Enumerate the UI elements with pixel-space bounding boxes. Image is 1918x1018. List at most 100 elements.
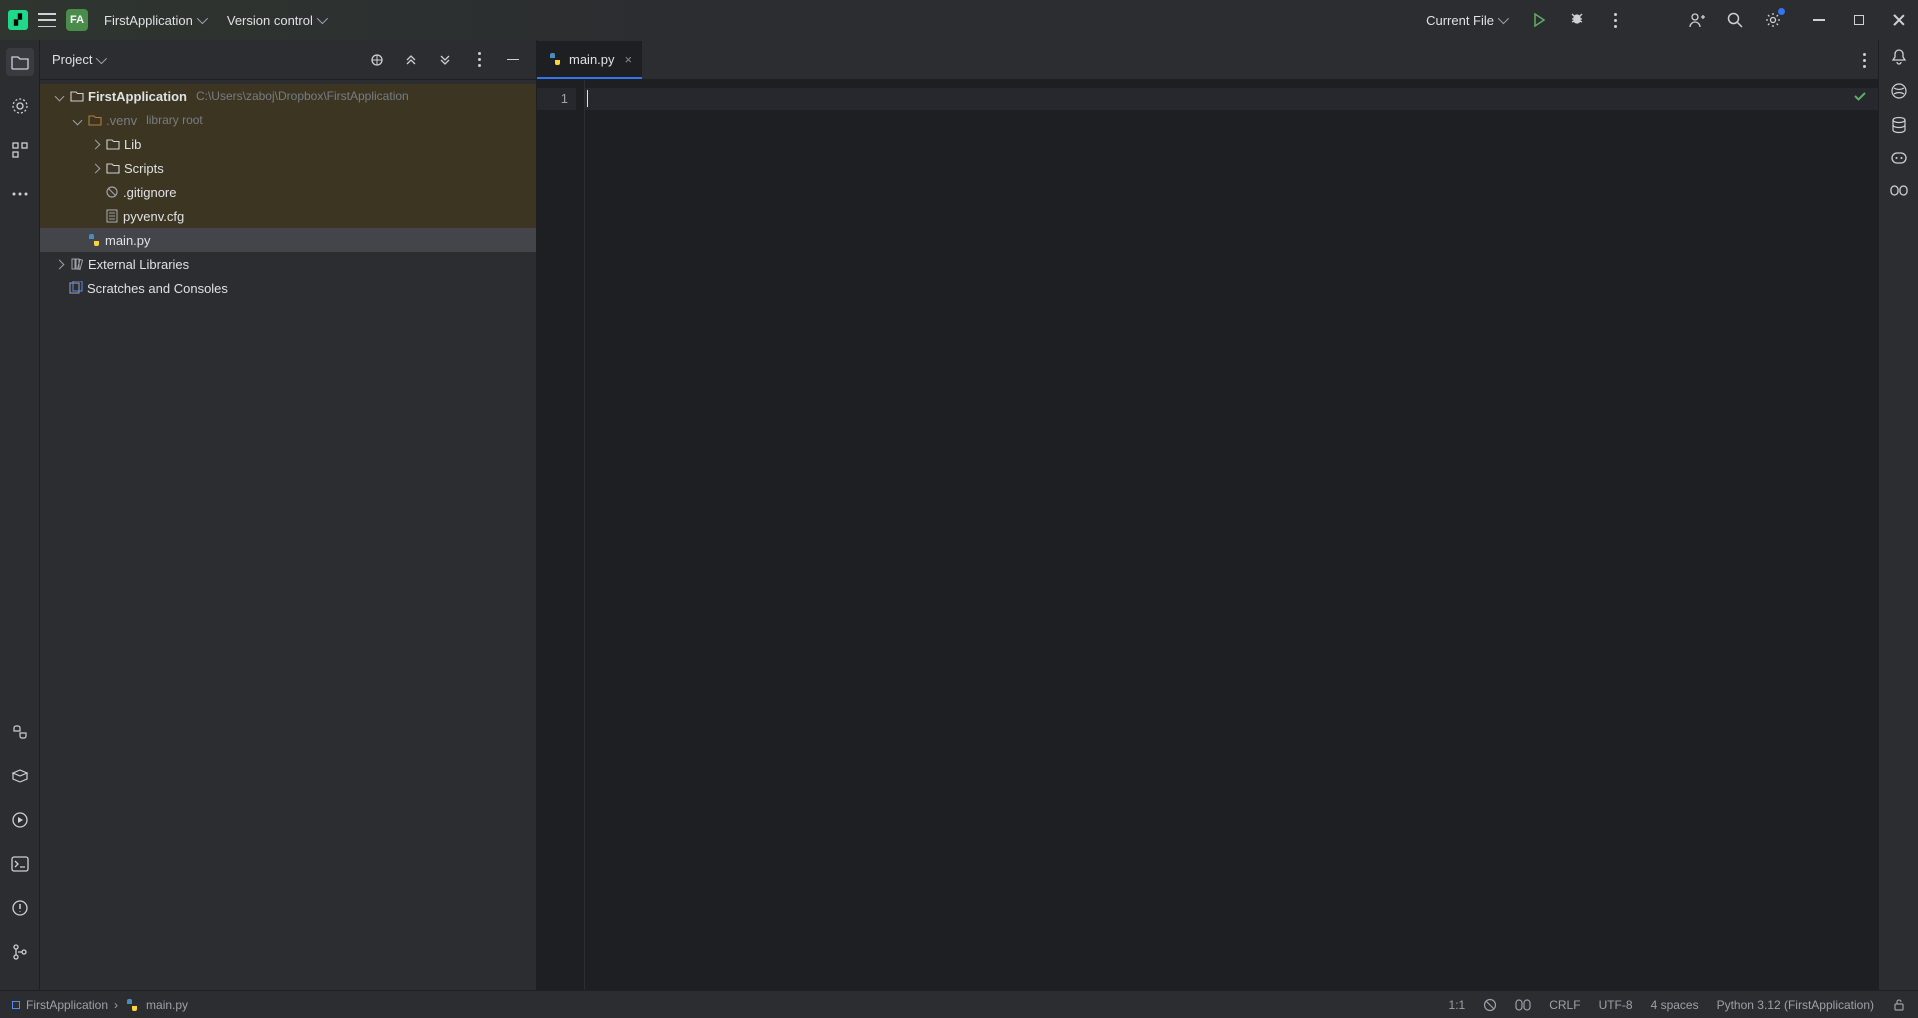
tree-label: Scripts bbox=[124, 161, 164, 176]
breadcrumb[interactable]: FirstApplication › main.py bbox=[12, 997, 188, 1013]
python-file-icon bbox=[86, 232, 102, 248]
search-everywhere-button[interactable] bbox=[1724, 9, 1746, 31]
tree-node-external-libraries[interactable]: External Libraries bbox=[40, 252, 536, 276]
terminal-tool-button[interactable] bbox=[6, 850, 34, 878]
project-panel: Project FirstAp bbox=[40, 40, 537, 990]
indent-setting[interactable]: 4 spaces bbox=[1651, 998, 1699, 1012]
module-icon bbox=[12, 1001, 20, 1009]
power-save-icon[interactable] bbox=[1483, 998, 1497, 1012]
chevron-down-icon bbox=[197, 13, 208, 24]
code-with-me-button[interactable] bbox=[1686, 9, 1708, 31]
library-icon bbox=[69, 256, 85, 272]
more-run-actions[interactable] bbox=[1604, 9, 1626, 31]
right-tool-strip bbox=[1878, 40, 1918, 990]
run-button[interactable] bbox=[1528, 9, 1550, 31]
services-tool-button[interactable] bbox=[6, 806, 34, 834]
tree-node-scratches[interactable]: Scratches and Consoles bbox=[40, 276, 536, 300]
settings-button[interactable] bbox=[1762, 9, 1784, 31]
project-badge: FA bbox=[66, 9, 88, 31]
status-bar: FirstApplication › main.py 1:1 CRLF UTF-… bbox=[0, 990, 1918, 1018]
expand-toggle-icon[interactable] bbox=[70, 113, 84, 127]
tree-label: pyvenv.cfg bbox=[123, 209, 184, 224]
copilot-button[interactable] bbox=[1890, 182, 1908, 198]
tree-node-project-root[interactable]: FirstApplication C:\Users\zaboj\Dropbox\… bbox=[40, 84, 536, 108]
project-tree: FirstApplication C:\Users\zaboj\Dropbox\… bbox=[40, 80, 536, 990]
vcs-menu[interactable]: Version control bbox=[221, 9, 331, 32]
database-tool-button[interactable] bbox=[1891, 116, 1907, 134]
hide-panel-button[interactable] bbox=[502, 49, 524, 71]
tree-label: Scratches and Consoles bbox=[87, 281, 228, 296]
structure-tool-button[interactable] bbox=[6, 136, 34, 164]
editor-tab-bar: main.py × bbox=[537, 40, 1878, 80]
line-separator[interactable]: CRLF bbox=[1549, 998, 1580, 1012]
scratches-icon bbox=[68, 280, 84, 296]
debug-button[interactable] bbox=[1566, 9, 1588, 31]
more-tools-button[interactable] bbox=[6, 180, 34, 208]
panel-options-button[interactable] bbox=[468, 49, 490, 71]
python-console-button[interactable] bbox=[6, 718, 34, 746]
editor-tab[interactable]: main.py × bbox=[537, 41, 642, 79]
project-view-selector[interactable]: Project bbox=[52, 52, 104, 67]
vcs-tool-button[interactable] bbox=[6, 938, 34, 966]
run-target-selector[interactable]: Current File bbox=[1420, 9, 1512, 32]
text-caret bbox=[587, 90, 588, 107]
maximize-window-button[interactable] bbox=[1848, 9, 1870, 31]
readonly-toggle-icon[interactable] bbox=[1892, 998, 1906, 1012]
python-packages-button[interactable] bbox=[6, 762, 34, 790]
tree-hint: library root bbox=[146, 113, 203, 127]
ignore-file-icon bbox=[104, 184, 120, 200]
current-line-highlight bbox=[585, 88, 1878, 110]
editor-tab-options[interactable] bbox=[1851, 41, 1878, 79]
inspection-ok-icon[interactable] bbox=[1852, 88, 1868, 104]
copilot-chat-button[interactable] bbox=[1890, 150, 1908, 166]
tree-node-scripts[interactable]: Scripts bbox=[40, 156, 536, 180]
close-tab-button[interactable]: × bbox=[625, 52, 633, 67]
editor-body[interactable]: 1 bbox=[537, 80, 1878, 990]
run-target-label: Current File bbox=[1426, 13, 1494, 28]
chevron-down-icon bbox=[317, 13, 328, 24]
close-window-button[interactable] bbox=[1888, 9, 1910, 31]
tree-node-pyvenvcfg[interactable]: pyvenv.cfg bbox=[40, 204, 536, 228]
tree-label: FirstApplication bbox=[88, 89, 187, 104]
expand-toggle-icon[interactable] bbox=[88, 161, 102, 175]
python-interpreter[interactable]: Python 3.12 (FirstApplication) bbox=[1717, 998, 1874, 1012]
notifications-button[interactable] bbox=[1891, 48, 1907, 66]
ai-assistant-button[interactable] bbox=[1890, 82, 1908, 100]
text-file-icon bbox=[104, 208, 120, 224]
tree-label: main.py bbox=[105, 233, 151, 248]
folder-icon bbox=[105, 136, 121, 152]
main-menu-button[interactable] bbox=[38, 13, 56, 27]
tree-label: .venv bbox=[106, 113, 137, 128]
expand-all-button[interactable] bbox=[400, 49, 422, 71]
tree-node-lib[interactable]: Lib bbox=[40, 132, 536, 156]
expand-toggle-icon[interactable] bbox=[52, 257, 66, 271]
chevron-down-icon bbox=[1498, 13, 1509, 24]
commit-tool-button[interactable] bbox=[6, 92, 34, 120]
folder-icon bbox=[87, 112, 103, 128]
project-selector[interactable]: FirstApplication bbox=[98, 9, 211, 32]
problems-tool-button[interactable] bbox=[6, 894, 34, 922]
minimize-window-button[interactable] bbox=[1808, 9, 1830, 31]
code-area[interactable] bbox=[585, 80, 1878, 990]
tree-node-venv[interactable]: .venv library root bbox=[40, 108, 536, 132]
copilot-status-icon[interactable] bbox=[1515, 998, 1531, 1012]
file-encoding[interactable]: UTF-8 bbox=[1599, 998, 1633, 1012]
project-panel-title: Project bbox=[52, 52, 92, 67]
project-tool-button[interactable] bbox=[6, 48, 34, 76]
expand-toggle-icon[interactable] bbox=[88, 137, 102, 151]
collapse-all-button[interactable] bbox=[434, 49, 456, 71]
breadcrumb-file: main.py bbox=[146, 998, 188, 1012]
chevron-down-icon bbox=[96, 52, 107, 63]
tab-label: main.py bbox=[569, 52, 615, 67]
tree-label: .gitignore bbox=[123, 185, 176, 200]
folder-icon bbox=[69, 88, 85, 104]
tree-node-gitignore[interactable]: .gitignore bbox=[40, 180, 536, 204]
python-file-icon bbox=[547, 51, 563, 67]
expand-toggle-icon[interactable] bbox=[52, 89, 66, 103]
cursor-position[interactable]: 1:1 bbox=[1449, 998, 1466, 1012]
folder-icon bbox=[105, 160, 121, 176]
tree-node-mainpy[interactable]: main.py bbox=[40, 228, 536, 252]
editor-area: main.py × 1 bbox=[537, 40, 1878, 990]
select-opened-file-button[interactable] bbox=[366, 49, 388, 71]
vcs-label: Version control bbox=[227, 13, 313, 28]
